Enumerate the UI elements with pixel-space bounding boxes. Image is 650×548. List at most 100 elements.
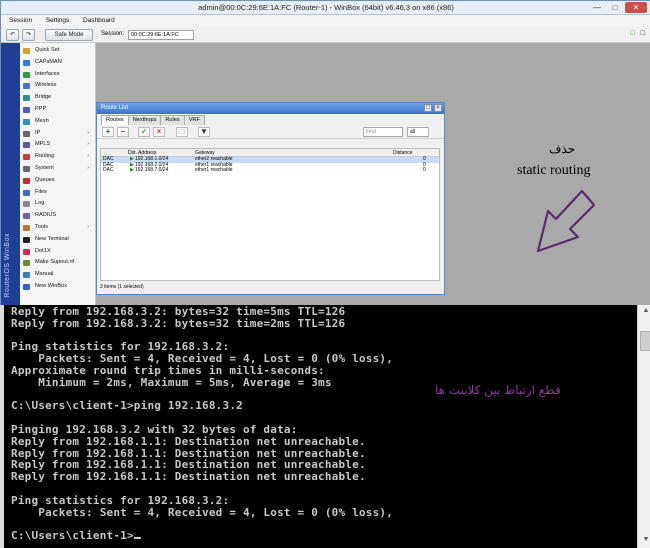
log-icon (23, 201, 30, 208)
sidebar-item-label: System (35, 164, 54, 171)
route-list-status: 3 items (1 selected) (100, 284, 144, 290)
comment-icon: □ (179, 127, 185, 136)
sidebar-item-label: Queues (35, 176, 55, 183)
ip-icon (23, 130, 30, 137)
sidebar-menu: Quick Set CAPsMAN Interfaces Wireless Bridge… (20, 43, 96, 306)
sidebar-item-mesh[interactable]: Mesh (20, 116, 95, 128)
col-distance[interactable]: Distance (393, 149, 412, 157)
route-list-tabs: Routes Nexthops Rules VRF (97, 114, 444, 125)
submenu-arrow-icon: › (87, 129, 89, 136)
sidebar-item-label: CAPsMAN (35, 58, 62, 65)
console-line: Packets: Sent = 4, Received = 4, Lost = … (11, 505, 394, 519)
redo-icon: ↷ (25, 32, 32, 38)
tab-nexthops[interactable]: Nexthops (127, 115, 162, 125)
sidebar-item-label: Files (35, 188, 47, 195)
sidebar-item-new-winbox[interactable]: New WinBox (20, 281, 95, 293)
menu-session[interactable]: Session (1, 15, 36, 24)
filter-icon: ▼ (200, 127, 208, 136)
submenu-arrow-icon: › (87, 164, 89, 171)
route-gateway: ether1 reachable (195, 167, 233, 174)
minimize-icon[interactable]: — (589, 2, 605, 13)
menu-settings[interactable]: Settings (38, 15, 74, 24)
add-route-button[interactable]: + (102, 127, 114, 137)
console-line: Reply from 192.168.1.1: Destination net … (11, 434, 366, 448)
menu-dashboard[interactable]: Dashboard (75, 15, 119, 24)
sidebar-item-ip[interactable]: IP › (20, 128, 95, 140)
capsman-icon (23, 59, 30, 66)
annotation-disconnect-clients: قطع ارتباط بین کلاینت ها (435, 383, 561, 397)
console-line: Reply from 192.168.1.1: Destination net … (11, 470, 366, 484)
sidebar-item-manual[interactable]: Manual (20, 269, 95, 281)
sidebar-item-capsman[interactable]: CAPsMAN (20, 57, 95, 69)
undo-button[interactable]: ↶ (6, 29, 19, 41)
session-field[interactable]: 00:0C:29:6E:1A:FC (128, 30, 194, 40)
lock-icon: □ (630, 30, 635, 37)
terminal-icon (23, 236, 30, 243)
tab-routes[interactable]: Routes (101, 115, 129, 125)
safe-mode-button[interactable]: Safe Mode (45, 29, 93, 41)
sidebar-item-interfaces[interactable]: Interfaces (20, 69, 95, 81)
plus-icon: + (105, 127, 111, 136)
console-cursor (133, 537, 141, 540)
sidebar-item-wireless[interactable]: Wireless (20, 80, 95, 92)
sidebar-item-dot1x[interactable]: Dot1X (20, 246, 95, 258)
sidebar-item-radius[interactable]: RADIUS (20, 210, 95, 222)
sidebar-item-log[interactable]: Log (20, 198, 95, 210)
check-icon: ✓ (140, 127, 148, 136)
console-line: Approximate round trip times in milli-se… (11, 363, 325, 377)
sidebar-item-label: Bridge (35, 94, 52, 101)
sidebar-item-supout[interactable]: Make Supout.rif (20, 257, 95, 269)
sidebar-item-label: Tools (35, 223, 49, 230)
supout-icon (23, 260, 30, 267)
sidebar-item-ppp[interactable]: PPP (20, 104, 95, 116)
sidebar-item-routing[interactable]: Routing › (20, 151, 95, 163)
tab-vrf[interactable]: VRF (183, 115, 205, 125)
route-table: Dst. Address Gateway Distance DAC 192.168… (100, 148, 440, 281)
sidebar-item-files[interactable]: Files (20, 187, 95, 199)
scroll-down-icon[interactable]: ▼ (640, 536, 650, 546)
route-flag: DAC (103, 167, 114, 174)
route-distance: 0 (423, 167, 426, 174)
disable-route-button[interactable]: × (153, 127, 165, 137)
find-input[interactable]: Find (363, 127, 403, 137)
tab-rules[interactable]: Rules (160, 115, 185, 125)
comment-button[interactable]: □ (176, 127, 188, 137)
sidebar-item-label: Wireless (35, 82, 57, 89)
route-dst-address: 192.168.7.0/24 (135, 167, 169, 174)
route-list-maximize-icon[interactable]: □ (424, 104, 432, 112)
annotation-arrow-icon (536, 189, 596, 253)
console-scrollbar[interactable]: ▲ ▼ (637, 305, 650, 548)
sidebar-item-tools[interactable]: Tools › (20, 222, 95, 234)
sidebar-item-quick-set[interactable]: Quick Set (20, 45, 95, 57)
restore-icon[interactable]: □ (641, 30, 645, 37)
toolbar: ↶ ↷ Safe Mode Session: 00:0C:29:6E:1A:FC… (1, 27, 650, 43)
sidebar-item-label: Log (35, 200, 45, 207)
dot1x-icon (23, 248, 30, 255)
route-rows: DAC 192.168.1.0/24 ether2 reachable 0 ▶ DAC 19… (101, 156, 439, 174)
filter-button[interactable]: ▼ (198, 127, 210, 137)
sidebar-item-mpls[interactable]: MPLS › (20, 139, 95, 151)
submenu-arrow-icon: › (87, 141, 89, 148)
scroll-thumb[interactable] (640, 331, 650, 351)
route-row[interactable]: DAC 192.168.7.0/24 ether1 reachable 0 ▶ (101, 168, 439, 174)
scroll-up-icon[interactable]: ▲ (640, 307, 650, 317)
maximize-icon[interactable]: □ (607, 2, 623, 13)
redo-button[interactable]: ↷ (22, 29, 35, 41)
command-prompt[interactable]: Reply from 192.168.3.2: bytes=32 time=5m… (0, 305, 650, 548)
console-line: Reply from 192.168.3.2: bytes=32 time=2m… (11, 316, 346, 330)
console-line: C:\Users\client-1> (11, 530, 631, 542)
submenu-arrow-icon: › (87, 223, 89, 230)
sidebar-item-system[interactable]: System › (20, 163, 95, 175)
sidebar-item-bridge[interactable]: Bridge (20, 92, 95, 104)
sidebar-item-terminal[interactable]: New Terminal (20, 234, 95, 246)
filter-select[interactable]: all (407, 127, 429, 137)
enable-route-button[interactable]: ✓ (138, 127, 150, 137)
sidebar-item-label: MPLS (35, 141, 51, 148)
route-list-close-icon[interactable]: × (434, 104, 442, 112)
sidebar-item-queues[interactable]: Queues (20, 175, 95, 187)
close-icon[interactable]: ✕ (625, 2, 647, 13)
remove-route-button[interactable]: – (117, 127, 129, 137)
route-list-window: Route List □ × Routes Nexthops Rules VRF + … (96, 102, 445, 295)
route-active-icon: ▶ (130, 167, 134, 174)
